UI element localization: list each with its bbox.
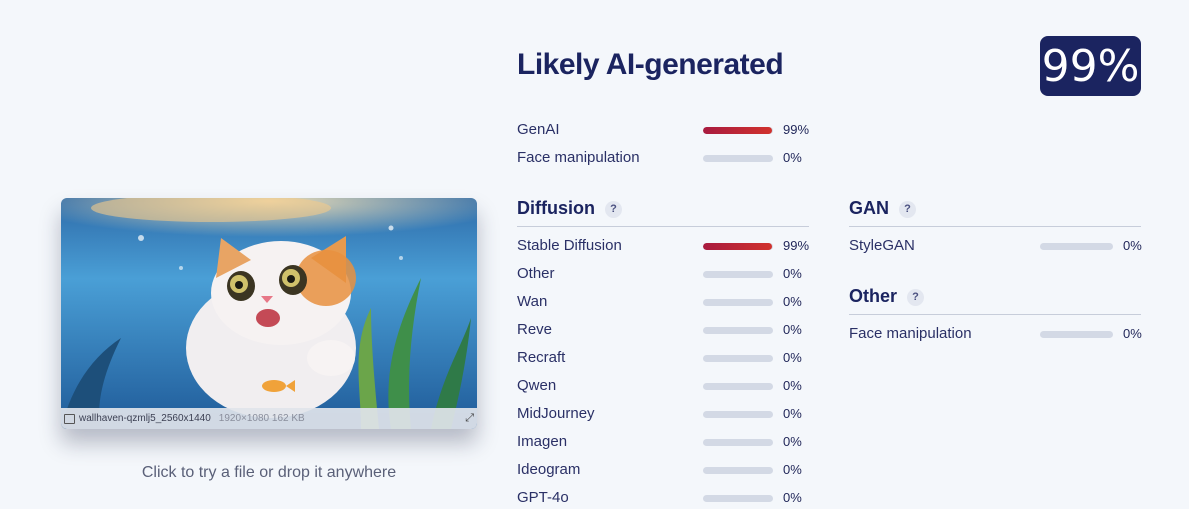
- score-bar: [703, 327, 773, 334]
- help-icon[interactable]: ?: [899, 201, 916, 218]
- score-bar: [703, 411, 773, 418]
- diffusion-row: Other 0%: [517, 265, 817, 285]
- row-label: Face manipulation: [849, 325, 972, 342]
- row-percent: 0%: [783, 434, 802, 449]
- row-percent: 0%: [783, 490, 802, 505]
- diffusion-row: Imagen 0%: [517, 433, 817, 453]
- score-bar: [703, 439, 773, 446]
- diffusion-row: Reve 0%: [517, 321, 817, 341]
- row-label: MidJourney: [517, 405, 595, 422]
- row-percent: 0%: [783, 350, 802, 365]
- score-bar: [1040, 243, 1113, 250]
- row-label: Stable Diffusion: [517, 237, 622, 254]
- diffusion-row: Wan 0%: [517, 293, 817, 313]
- divider: [517, 226, 809, 227]
- divider: [849, 314, 1141, 315]
- row-percent: 0%: [783, 150, 802, 165]
- row-label: Ideogram: [517, 461, 581, 478]
- row-percent: 0%: [783, 294, 802, 309]
- score-bar: [703, 383, 773, 390]
- score-bar: [703, 495, 773, 502]
- diffusion-row: GPT-4o 0%: [517, 489, 817, 509]
- help-icon[interactable]: ?: [605, 201, 622, 218]
- diffusion-row: Qwen 0%: [517, 377, 817, 397]
- file-caption: wallhaven-qzmlj5_2560x1440 1920×1080 162…: [61, 408, 477, 429]
- row-percent: 0%: [1123, 326, 1142, 341]
- row-label: Qwen: [517, 377, 557, 394]
- expand-icon[interactable]: ⤢: [465, 412, 474, 425]
- gan-row-stylegan: StyleGAN 0%: [849, 237, 1142, 257]
- row-label: Recraft: [517, 349, 566, 366]
- row-percent: 99%: [783, 238, 810, 253]
- row-label: Reve: [517, 321, 553, 338]
- image-preview[interactable]: wallhaven-qzmlj5_2560x1440 1920×1080 162…: [61, 198, 477, 429]
- row-percent: 0%: [783, 378, 802, 393]
- row-label: Wan: [517, 293, 548, 310]
- drop-hint[interactable]: Click to try a file or drop it anywhere: [61, 464, 477, 482]
- diffusion-row: Stable Diffusion 99%: [517, 237, 817, 257]
- row-label: GenAI: [517, 121, 560, 138]
- diffusion-row: MidJourney 0%: [517, 405, 817, 425]
- score-bar: [703, 467, 773, 474]
- verdict-title: Likely AI-generated: [517, 48, 784, 81]
- diffusion-row: Recraft 0%: [517, 349, 817, 369]
- summary-row-face: Face manipulation 0%: [517, 149, 817, 169]
- score-bar: [703, 299, 773, 306]
- diffusion-heading: Diffusion?: [517, 198, 622, 219]
- row-label: StyleGAN: [849, 237, 915, 254]
- gan-heading: GAN?: [849, 198, 916, 219]
- score-bar: [1040, 331, 1113, 338]
- score-bar: [703, 243, 773, 250]
- score-bar: [703, 355, 773, 362]
- summary-row-genai: GenAI 99%: [517, 121, 817, 141]
- score-bar-fill: [703, 127, 773, 134]
- row-percent: 99%: [783, 122, 810, 137]
- divider: [849, 226, 1141, 227]
- score-bar: [703, 271, 773, 278]
- row-label: Imagen: [517, 433, 568, 450]
- row-percent: 0%: [1123, 238, 1142, 253]
- row-label: Other: [517, 265, 555, 282]
- score-bar: [703, 127, 773, 134]
- score-bar: [703, 155, 773, 162]
- row-label: Face manipulation: [517, 149, 640, 166]
- preview-image: [61, 198, 477, 429]
- diffusion-row: Ideogram 0%: [517, 461, 817, 481]
- row-percent: 0%: [783, 462, 802, 477]
- score-badge: 99%: [1040, 36, 1141, 96]
- other-row-face: Face manipulation 0%: [849, 325, 1142, 345]
- image-icon: [64, 413, 75, 424]
- row-percent: 0%: [783, 406, 802, 421]
- row-percent: 0%: [783, 322, 802, 337]
- score-bar-fill: [703, 243, 773, 250]
- row-label: GPT-4o: [517, 489, 569, 506]
- file-name: wallhaven-qzmlj5_2560x1440: [79, 413, 211, 424]
- help-icon[interactable]: ?: [907, 289, 925, 306]
- row-percent: 0%: [783, 266, 802, 281]
- file-meta: 1920×1080 162 KB: [218, 413, 305, 424]
- other-heading: Other?: [849, 286, 925, 307]
